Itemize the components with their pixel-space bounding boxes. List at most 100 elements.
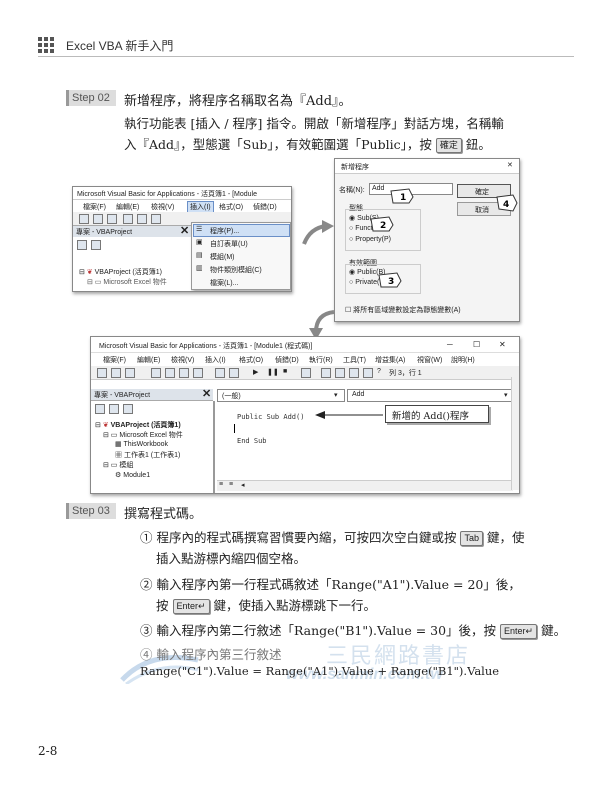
run-icon[interactable]: ▶ xyxy=(253,368,258,376)
procedure-combo-value: Add xyxy=(352,391,365,398)
close-icon[interactable]: ✕ xyxy=(180,224,189,237)
header-divider xyxy=(38,56,574,57)
break-icon[interactable]: ❚❚ xyxy=(267,368,279,376)
menu-item-6[interactable]: 執行(R) xyxy=(309,355,333,365)
radio-property[interactable]: ○ Property(P) xyxy=(349,236,391,243)
window-close-icon[interactable]: ✕ xyxy=(499,340,506,349)
save-icon[interactable] xyxy=(107,214,117,224)
callout-2-icon: 2 xyxy=(370,216,394,232)
menu-item-3[interactable]: 插入(I) xyxy=(205,355,226,365)
horizontal-scrollbar[interactable]: ≡ ≡ ◂ xyxy=(217,480,513,491)
view-code-icon[interactable] xyxy=(77,240,87,250)
excel-icon[interactable] xyxy=(97,368,107,378)
minimize-icon[interactable]: ─ xyxy=(447,340,453,349)
name-label: 名稱(N): xyxy=(339,187,365,194)
menu-item-9[interactable]: 視窗(W) xyxy=(417,355,442,365)
annotation-arrow-icon xyxy=(315,411,383,419)
paste-icon[interactable] xyxy=(179,368,189,378)
tree-vbaproject-label: VBAProject (活頁簿1) xyxy=(110,422,181,429)
object-combo[interactable]: (一般) ▾ xyxy=(217,389,345,402)
step03-item4: ④ 輸入程序內第三行敘述 xyxy=(140,647,282,662)
menu-file[interactable]: 檔案(F) xyxy=(83,202,106,212)
scroll-left-icon[interactable]: ◂ xyxy=(241,481,245,489)
code-line-3: End Sub xyxy=(237,437,267,445)
maximize-icon[interactable]: ☐ xyxy=(473,340,480,349)
step03-tag: Step 03 xyxy=(66,503,116,519)
tree-thisworkbook[interactable]: ▦ ThisWorkbook xyxy=(115,440,168,448)
tree-sheet1[interactable]: ▦ 工作表1 (工作表1) xyxy=(115,450,180,460)
callout-3-number: 3 xyxy=(388,277,394,287)
object-browser-icon[interactable] xyxy=(349,368,359,378)
insert-procedure-item[interactable]: 程序(P)... xyxy=(210,226,239,236)
toggle-folders-icon[interactable] xyxy=(123,404,133,414)
callout-4-icon: 4 xyxy=(496,194,518,212)
procedure-view-icon[interactable]: ≡ xyxy=(219,481,223,488)
excel-icon[interactable] xyxy=(79,214,89,224)
redo-icon[interactable] xyxy=(229,368,239,378)
undo-icon[interactable] xyxy=(215,368,225,378)
vbe-large-title: Microsoft Visual Basic for Applications … xyxy=(99,343,313,350)
view-code-icon[interactable] xyxy=(95,404,105,414)
menu-item-2[interactable]: 檢視(V) xyxy=(171,355,194,365)
menu-format[interactable]: 格式(O) xyxy=(219,202,243,212)
menu-item-5[interactable]: 偵錯(D) xyxy=(275,355,299,365)
properties-icon[interactable] xyxy=(335,368,345,378)
insert-file-item[interactable]: 檔案(L)... xyxy=(210,278,238,288)
new-procedure-dialog: 新增程序 ✕ 名稱(N): Add 確定 取消 型態 ◉ Sub(S) ○ Fu… xyxy=(334,158,520,322)
step03-item2-line2: 按 Enter↵ 鍵，使插入點游標跳下一行。 xyxy=(156,595,376,614)
step02-line1: 新增程序，將程序名稱取名為『Add』。 xyxy=(124,94,352,109)
help-icon[interactable]: ? xyxy=(377,368,381,375)
reset-icon[interactable]: ■ xyxy=(283,368,287,375)
tree-module1[interactable]: ⚙ Module1 xyxy=(115,471,150,479)
step03-item3: ③ 輸入程序內第二行敘述「Range("B1").Value = 30」後，按 … xyxy=(140,620,566,639)
toolbox-icon[interactable] xyxy=(363,368,373,378)
menu-item-7[interactable]: 工具(T) xyxy=(343,355,366,365)
copy-icon[interactable] xyxy=(165,368,175,378)
menu-item-0[interactable]: 檔案(F) xyxy=(103,355,126,365)
copy-icon[interactable] xyxy=(137,214,147,224)
menu-item-1[interactable]: 編輯(E) xyxy=(137,355,160,365)
menu-item-10[interactable]: 說明(H) xyxy=(451,355,475,365)
callout-4-number: 4 xyxy=(503,200,509,210)
project-pane-header: 專案 - VBAProject ✕ xyxy=(91,387,213,401)
find-icon[interactable] xyxy=(193,368,203,378)
menu-view[interactable]: 檢視(V) xyxy=(151,202,174,212)
vertical-scrollbar[interactable] xyxy=(511,377,519,490)
header-grid-icon xyxy=(38,37,54,53)
paste-icon[interactable] xyxy=(151,214,161,224)
procedure-combo[interactable]: Add ▾ xyxy=(347,389,515,402)
ok-button-label: 確定 xyxy=(475,189,489,196)
cut-icon[interactable] xyxy=(123,214,133,224)
project-pane-close-icon[interactable]: ✕ xyxy=(202,387,211,400)
cancel-button-label: 取消 xyxy=(475,207,489,214)
design-mode-icon[interactable] xyxy=(301,368,311,378)
tree-excel-objects[interactable]: ⊟ ▭ Microsoft Excel 物件 xyxy=(103,430,183,440)
insert-menu-highlight xyxy=(193,224,290,237)
tree-excel-objects-label: Microsoft Excel 物件 xyxy=(103,279,167,286)
vbe-large-titlebar: Microsoft Visual Basic for Applications … xyxy=(91,337,519,353)
module-view-icon[interactable]: ≡ xyxy=(229,481,233,488)
insert-icon[interactable] xyxy=(111,368,121,378)
tree-vbaproject[interactable]: ⊟ ❦ VBAProject (活頁簿1) xyxy=(95,420,181,430)
item3-text-a: ③ 輸入程序內第二行敘述「Range("B1").Value = 30」後，按 xyxy=(140,623,497,638)
insert-class-item[interactable]: 物件類別模組(C) xyxy=(210,265,262,275)
insert-userform-item[interactable]: 自訂表單(U) xyxy=(210,239,248,249)
save-icon[interactable] xyxy=(125,368,135,378)
tree-excel-objects[interactable]: ⊟ ▭ Microsoft Excel 物件 xyxy=(87,277,167,287)
tree-vbaproject[interactable]: ⊟ ❦ VBAProject (活頁簿1) xyxy=(79,267,162,277)
project-explorer-icon[interactable] xyxy=(321,368,331,378)
view-object-icon[interactable] xyxy=(91,240,101,250)
dialog-close-icon[interactable]: ✕ xyxy=(507,161,513,169)
insert-module-item[interactable]: 模組(M) xyxy=(210,252,235,262)
cut-icon[interactable] xyxy=(151,368,161,378)
tree-thisworkbook-label: ThisWorkbook xyxy=(123,441,169,448)
tree-modules[interactable]: ⊟ ▭ 模組 xyxy=(103,460,133,470)
menu-item-8[interactable]: 增益集(A) xyxy=(375,355,405,365)
insert-icon[interactable] xyxy=(93,214,103,224)
menu-debug[interactable]: 偵錯(D) xyxy=(253,202,277,212)
menu-edit[interactable]: 編輯(E) xyxy=(116,202,139,212)
vbe-small-title: Microsoft Visual Basic for Applications … xyxy=(77,191,257,198)
static-checkbox[interactable]: ☐ 將所有區域變數設定為靜態變數(A) xyxy=(345,305,461,315)
menu-item-4[interactable]: 格式(O) xyxy=(239,355,263,365)
view-object-icon[interactable] xyxy=(109,404,119,414)
